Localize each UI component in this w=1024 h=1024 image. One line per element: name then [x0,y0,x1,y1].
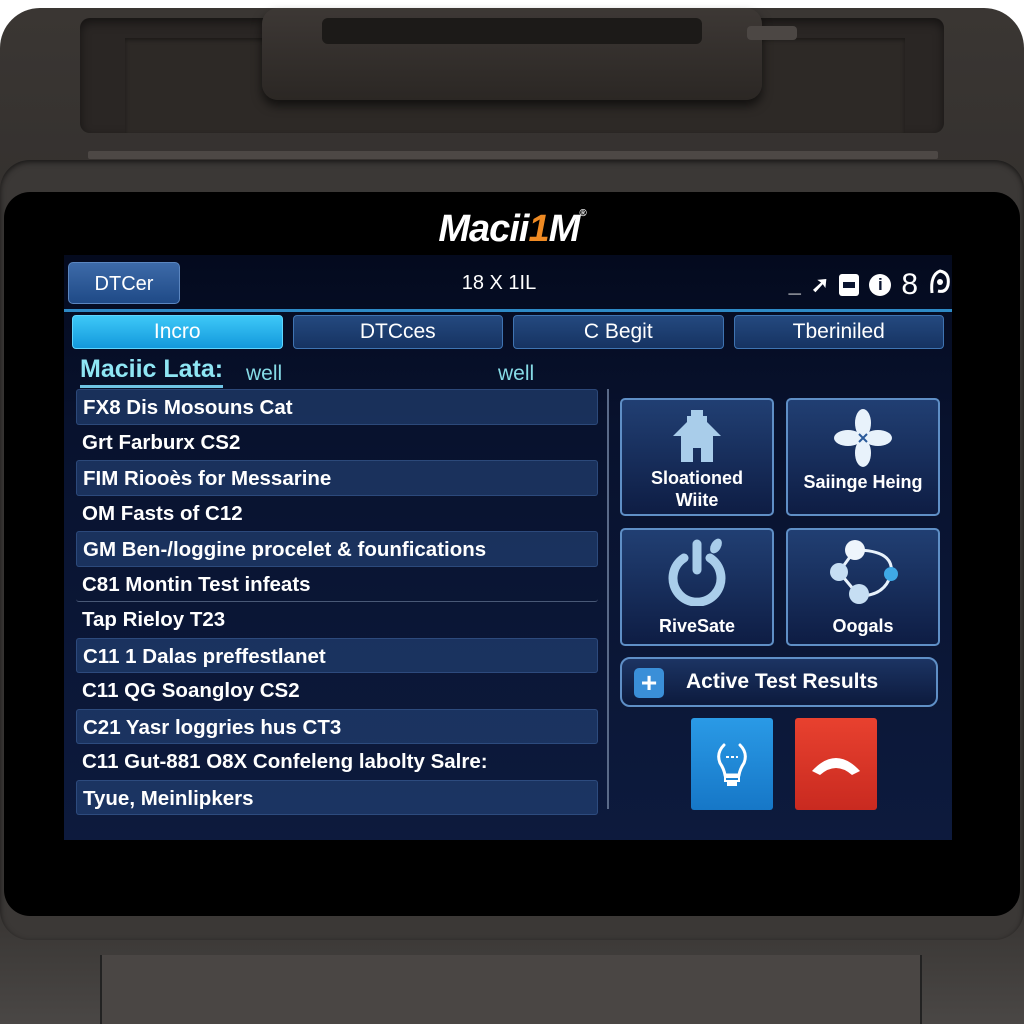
list-item[interactable]: Tyue, Meinlipkers [76,779,598,815]
tab-c-begit[interactable]: C Begit [513,315,724,349]
status-icons: _ ➚ i 8 [789,267,952,303]
tile-label: Saiinge Heing [803,472,923,492]
logo-accent: 1 [528,208,549,250]
list-item[interactable]: FIM Riooès for Messarine [76,460,598,496]
tile-label: RiveSate [658,616,736,636]
hang-up-button[interactable] [795,718,877,810]
data-list: FX8 Dis Mosouns Cat Grt Farburx CS2 FIM … [76,389,598,815]
list-item[interactable]: C11 1 Dalas preffestlanet [76,637,598,673]
house-icon [673,410,721,462]
clover-icon [834,409,892,467]
tab-bar: Incro DTCces C Begit Tberiniled [72,315,944,351]
dtc-button[interactable]: DTCer [68,262,180,304]
network-nodes-icon [830,540,898,604]
status-center-text: 18 X 1IL [461,272,537,294]
list-item[interactable]: FX8 Dis Mosouns Cat [76,389,598,425]
list-item[interactable]: C11 QG Soangloy CS2 [76,673,598,709]
tile-rivesate[interactable]: RiveSate [620,528,774,646]
info-icon[interactable]: i [869,274,892,296]
list-item[interactable]: C11 Gut-881 O8X Confeleng labolty Salre: [76,744,598,780]
top-strip [88,151,938,159]
function-tiles: Sloationed Wiite Saiinge Heing RiveSate [620,398,940,648]
tile-label: Oogals [832,616,894,636]
lightbulb-button[interactable] [691,718,773,810]
logo-prefix: Macii [438,208,529,250]
list-item[interactable]: C21 Yasr loggries hus CT3 [76,708,598,744]
minimize-icon[interactable]: _ [789,272,801,298]
plus-icon: + [634,668,664,698]
registered-mark: ® [579,208,586,219]
active-test-results-label: Active Test Results [686,670,879,693]
list-scrollbar[interactable] [607,389,609,809]
tab-dtcces[interactable]: DTCces [292,315,503,349]
tile-saiinge-heing[interactable]: Saiinge Heing [786,398,940,516]
list-item[interactable]: Tap Rieloy T23 [76,602,598,638]
tab-tberiniled[interactable]: Tberiniled [733,315,944,349]
section-title: Maciic Lata: [80,355,224,388]
bottom-flap [100,955,922,1024]
status-number: 8 [901,268,918,301]
list-item[interactable]: C81 Montin Test infeats [76,567,598,602]
status-bar: DTCer 18 X 1IL _ ➚ i 8 [64,255,952,312]
latch [747,26,797,40]
logo-suffix: M [548,208,581,250]
list-item[interactable]: Grt Farburx CS2 [76,425,598,461]
diagnostic-screen: DTCer 18 X 1IL _ ➚ i 8 Incro DTCces C Be… [64,255,952,840]
carry-handle[interactable] [262,8,797,100]
signal-icon [928,267,952,303]
tile-oogals[interactable]: Oogals [786,528,940,646]
tile-label-line2: Wiite [675,490,719,510]
brand-logo: Macii1M® [0,208,1024,251]
list-item[interactable]: OM Fasts of C12 [76,496,598,532]
tab-incro[interactable]: Incro [72,315,283,349]
lightbulb-icon [717,743,747,786]
tile-sloationed-wiite[interactable]: Sloationed Wiite [620,398,774,516]
hang-up-icon [812,758,860,775]
section-value-2: well [498,362,535,385]
power-icon [668,538,726,606]
section-value-1: well [246,362,283,385]
section-header: Maciic Lata: well well [80,355,600,388]
share-arrow-icon[interactable]: ➚ [811,272,829,298]
handle-slot [322,18,702,44]
tile-label: Sloationed [650,468,743,488]
active-test-results-button[interactable]: + Active Test Results [620,657,938,707]
list-item[interactable]: GM Ben-/loggine procelet & founfications [76,531,598,567]
battery-icon [839,274,860,296]
